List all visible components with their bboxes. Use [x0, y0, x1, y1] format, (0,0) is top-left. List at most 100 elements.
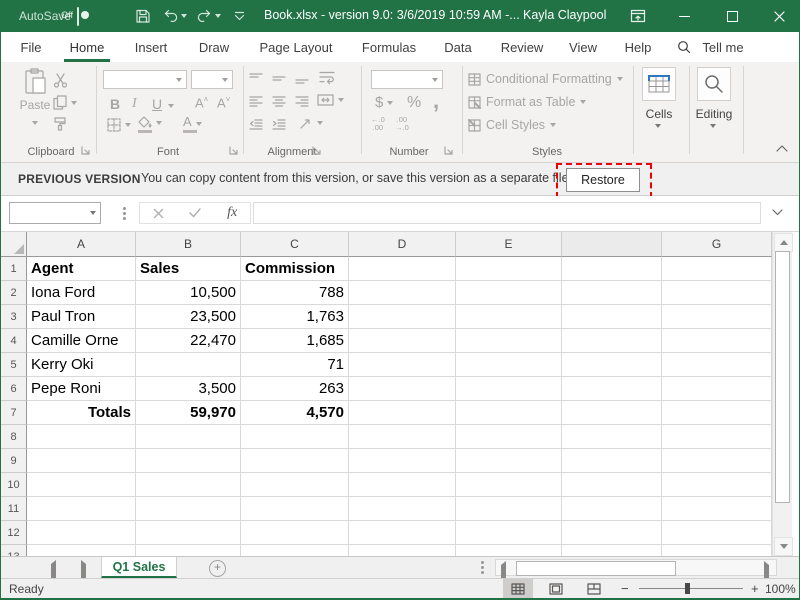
conditional-formatting-button[interactable]: Conditional Formatting — [468, 72, 623, 86]
grid-cell[interactable] — [349, 497, 456, 521]
font-dialog-launcher[interactable] — [229, 146, 238, 155]
paste-button[interactable]: Paste — [15, 68, 55, 130]
grid-cell[interactable] — [662, 257, 772, 281]
horizontal-scrollbar-thumb[interactable] — [516, 561, 676, 576]
grid-cell[interactable] — [456, 425, 562, 449]
column-header-a[interactable]: A — [27, 232, 136, 257]
grid-cell[interactable] — [456, 521, 562, 545]
grid-cell[interactable] — [456, 329, 562, 353]
tell-me[interactable]: Tell me — [702, 32, 743, 62]
grid-cell[interactable]: Sales — [136, 257, 241, 281]
undo-button[interactable] — [163, 9, 187, 22]
row-header[interactable]: 11 — [1, 497, 27, 521]
view-page-break-button[interactable] — [579, 579, 609, 598]
grid-cell[interactable] — [562, 521, 662, 545]
grid-cell[interactable]: Kerry Oki — [27, 353, 136, 377]
row-header[interactable]: 4 — [1, 329, 27, 353]
grid-cell[interactable] — [456, 281, 562, 305]
grid-cell[interactable] — [241, 497, 349, 521]
grid-cell[interactable]: 263 — [241, 377, 349, 401]
percent-style-button[interactable]: % — [407, 94, 421, 112]
grid-cell[interactable] — [456, 545, 562, 556]
grid-cell[interactable] — [136, 425, 241, 449]
grid-cell[interactable] — [241, 425, 349, 449]
grid-cell[interactable]: 59,970 — [136, 401, 241, 425]
grid-cell[interactable] — [456, 401, 562, 425]
format-as-table-button[interactable]: Format as Table — [468, 95, 586, 109]
tab-home[interactable]: Home — [70, 32, 105, 62]
cut-button[interactable] — [53, 73, 68, 88]
grid-cell[interactable] — [562, 545, 662, 556]
grid-cell[interactable]: Totals — [27, 401, 136, 425]
grid-cell[interactable]: 10,500 — [136, 281, 241, 305]
align-right-button[interactable] — [295, 95, 309, 108]
grid-cell[interactable] — [662, 449, 772, 473]
grid-cell[interactable] — [662, 377, 772, 401]
zoom-in-button[interactable]: + — [751, 581, 759, 596]
zoom-level[interactable]: 100% — [765, 582, 796, 596]
grid-cell[interactable] — [662, 545, 772, 556]
format-painter-button[interactable] — [53, 117, 67, 131]
tab-help[interactable]: Help — [625, 32, 652, 62]
grid-cell[interactable] — [349, 257, 456, 281]
view-normal-button[interactable] — [503, 579, 533, 598]
align-middle-button[interactable] — [272, 72, 286, 85]
zoom-out-button[interactable]: − — [621, 581, 629, 596]
grid-cell[interactable] — [241, 545, 349, 556]
splitter-handle-icon[interactable] — [481, 566, 484, 569]
column-header-c[interactable]: C — [241, 232, 349, 257]
bold-button[interactable]: B — [110, 96, 120, 112]
grid-cell[interactable] — [349, 305, 456, 329]
cell-styles-button[interactable]: Cell Styles — [468, 118, 556, 132]
grid-cell[interactable] — [562, 497, 662, 521]
accounting-format-button[interactable]: $ — [375, 94, 393, 111]
grid-cell[interactable]: 3,500 — [136, 377, 241, 401]
grid-cell[interactable] — [27, 521, 136, 545]
merge-center-button[interactable] — [317, 93, 344, 107]
grid-cell[interactable] — [662, 329, 772, 353]
close-button[interactable] — [758, 0, 800, 32]
grid-cell[interactable] — [456, 449, 562, 473]
view-page-layout-button[interactable] — [541, 579, 571, 598]
grid-cell[interactable] — [456, 473, 562, 497]
insert-function-button[interactable]: fx — [227, 205, 237, 221]
font-color-button[interactable]: A — [183, 114, 202, 129]
grid-cell[interactable] — [662, 401, 772, 425]
collapse-ribbon-button[interactable] — [776, 145, 788, 152]
formula-input[interactable] — [253, 202, 761, 224]
underline-button[interactable]: U — [152, 96, 162, 112]
column-header-f[interactable] — [562, 232, 662, 257]
grid-cell[interactable] — [349, 401, 456, 425]
grid-cell[interactable] — [662, 425, 772, 449]
grid-cell[interactable] — [562, 401, 662, 425]
grid-cell[interactable] — [349, 521, 456, 545]
underline-dropdown-icon[interactable] — [168, 104, 174, 108]
grid-cell[interactable]: Paul Tron — [27, 305, 136, 329]
grid-cell[interactable] — [456, 305, 562, 329]
row-header[interactable]: 13 — [1, 545, 27, 556]
grid-cell[interactable]: Commission — [241, 257, 349, 281]
vertical-scrollbar-thumb[interactable] — [775, 251, 790, 503]
grid-cell[interactable] — [27, 425, 136, 449]
grid-cell[interactable] — [456, 257, 562, 281]
vertical-scrollbar[interactable] — [772, 232, 792, 556]
ribbon-display-options-button[interactable] — [630, 9, 646, 23]
grid-cell[interactable]: Camille Orne — [27, 329, 136, 353]
grid-cell[interactable] — [136, 545, 241, 556]
column-header-d[interactable]: D — [349, 232, 456, 257]
increase-font-button[interactable]: A˄ — [195, 95, 208, 110]
grid-cell[interactable] — [241, 473, 349, 497]
comma-style-button[interactable]: , — [433, 88, 439, 114]
row-header[interactable]: 6 — [1, 377, 27, 401]
qat-customize-button[interactable] — [234, 11, 245, 21]
minimize-button[interactable] — [663, 0, 705, 32]
italic-button[interactable]: I — [132, 96, 137, 112]
grid-cell[interactable] — [241, 521, 349, 545]
add-sheet-button[interactable]: + — [209, 560, 226, 577]
user-name[interactable]: Kayla Claypool — [523, 8, 606, 22]
tab-file[interactable]: File — [21, 32, 42, 62]
grid-cell[interactable] — [562, 353, 662, 377]
grid-cell[interactable] — [662, 497, 772, 521]
grid-cell[interactable] — [562, 329, 662, 353]
name-box[interactable] — [9, 202, 101, 224]
